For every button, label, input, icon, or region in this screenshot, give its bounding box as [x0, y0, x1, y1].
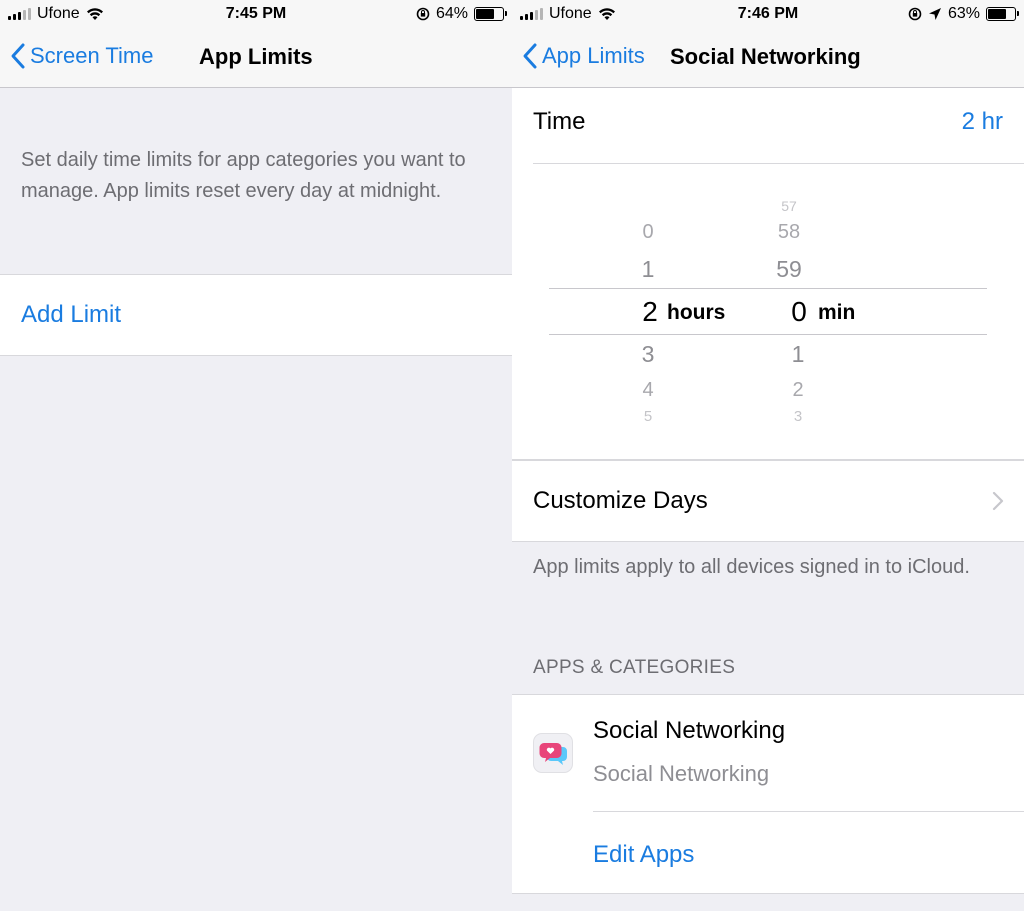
navigation-bar: Screen Time App Limits: [0, 30, 512, 88]
battery-percentage: 64%: [435, 5, 468, 22]
battery-icon: [986, 7, 1019, 21]
time-section: Time 2 hr 0 1 2 hours 3 4 5 57 58 59 0 m…: [512, 88, 1024, 460]
battery-percentage: 63%: [947, 5, 980, 22]
section-header: APPS & CATEGORIES: [533, 657, 736, 678]
time-label: Time: [533, 108, 586, 135]
orientation-lock-icon: [908, 7, 922, 21]
picker-minutes-unit: min: [818, 301, 856, 324]
chevron-left-icon: [523, 43, 537, 69]
page-title: App Limits: [199, 44, 313, 69]
chevron-right-icon: [992, 491, 1004, 511]
social-networking-icon: [533, 733, 573, 773]
picker-minute-option[interactable]: 59: [772, 256, 806, 283]
app-subtitle: Social Networking: [593, 761, 770, 786]
picker-hour-option[interactable]: 0: [637, 221, 659, 244]
time-picker[interactable]: 0 1 2 hours 3 4 5 57 58 59 0 min 1 2 3: [512, 188, 1024, 438]
picker-minute-option[interactable]: 2: [787, 379, 809, 402]
add-limit-button[interactable]: Add Limit: [21, 301, 121, 329]
page-title: Social Networking: [670, 44, 861, 69]
picker-selection-band: [549, 288, 987, 335]
divider: [593, 811, 1024, 812]
customize-days-label: Customize Days: [533, 487, 708, 514]
back-button-label: App Limits: [542, 43, 645, 68]
status-bar: Ufone 7:46 PM 63%: [512, 0, 1024, 30]
icloud-note: App limits apply to all devices signed i…: [533, 556, 970, 578]
edit-apps-button[interactable]: Edit Apps: [593, 841, 694, 869]
picker-hours-unit: hours: [667, 301, 726, 324]
picker-minute-option[interactable]: 3: [787, 408, 809, 425]
add-limit-cell[interactable]: Add Limit: [0, 274, 512, 356]
picker-hour-option[interactable]: 3: [637, 341, 659, 368]
picker-hour-option[interactable]: 1: [637, 256, 659, 283]
social-networking-limit-screen: Ufone 7:46 PM 63% App Limits Social Netw…: [512, 0, 1024, 911]
navigation-bar: App Limits Social Networking: [512, 30, 1024, 88]
picker-hour-option[interactable]: 4: [637, 379, 659, 402]
picker-minute-option[interactable]: 1: [787, 341, 809, 368]
picker-hour-selected[interactable]: 2: [637, 296, 663, 328]
orientation-lock-icon: [416, 7, 430, 21]
time-row[interactable]: Time 2 hr: [533, 108, 1003, 136]
back-button[interactable]: App Limits: [522, 42, 645, 70]
back-button[interactable]: Screen Time: [10, 42, 154, 70]
status-bar: Ufone 7:45 PM 64%: [0, 0, 512, 30]
picker-minute-option[interactable]: 57: [774, 198, 804, 214]
apps-categories-section: Social Networking Social Networking Edit…: [512, 694, 1024, 894]
picker-hour-option[interactable]: 5: [637, 408, 659, 425]
app-limits-description: Set daily time limits for app categories…: [21, 149, 466, 202]
back-button-label: Screen Time: [30, 43, 154, 68]
picker-minute-option[interactable]: 58: [772, 221, 806, 244]
time-value: 2 hr: [961, 108, 1003, 135]
divider: [533, 163, 1024, 164]
picker-minute-selected[interactable]: 0: [786, 296, 812, 328]
app-limits-screen: Ufone 7:45 PM 64% Screen Time App Limits…: [0, 0, 512, 911]
app-title: Social Networking: [593, 717, 786, 744]
chevron-left-icon: [11, 43, 25, 69]
customize-days-cell[interactable]: Customize Days: [512, 460, 1024, 542]
battery-icon: [474, 7, 507, 21]
location-arrow-icon: [928, 8, 941, 20]
